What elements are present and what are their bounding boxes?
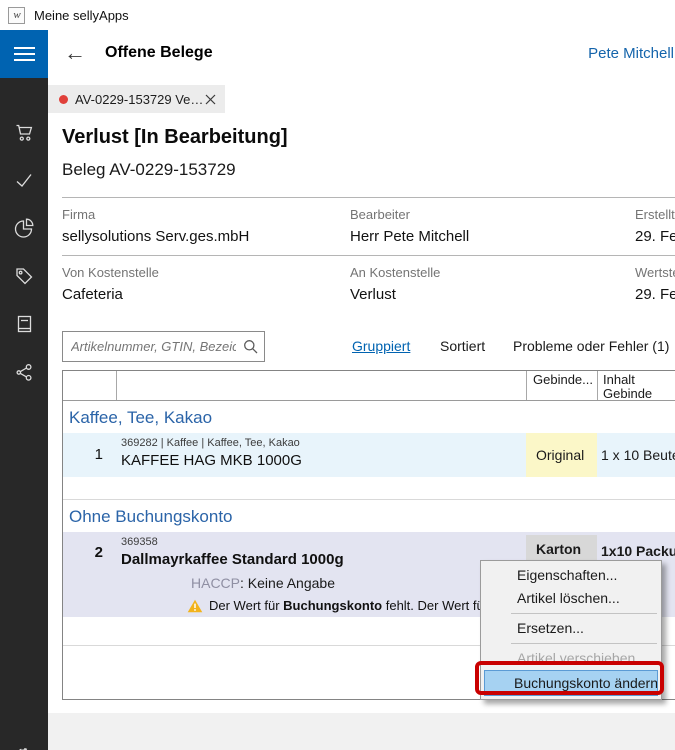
bottom-strip xyxy=(48,713,675,750)
unsaved-dot-icon xyxy=(59,95,68,104)
field-bearbeiter: Bearbeiter Herr Pete Mitchell xyxy=(350,207,633,245)
field-an-kostenstelle: An Kostenstelle Verlust xyxy=(350,265,633,303)
row-number: 1 xyxy=(63,446,116,463)
menu-separator xyxy=(511,643,657,644)
document-title: Verlust [In Bearbeitung] xyxy=(62,126,288,149)
field-erstellt: Erstellt 29. Feb xyxy=(635,207,675,245)
filter-probleme[interactable]: Probleme oder Fehler (1) xyxy=(513,338,669,354)
field-von-kostenstelle: Von Kostenstelle Cafeteria xyxy=(62,265,348,303)
shopping-cart-icon[interactable] xyxy=(0,108,48,156)
column-divider xyxy=(597,371,598,400)
pie-chart-icon[interactable] xyxy=(0,204,48,252)
tag-icon[interactable] xyxy=(0,252,48,300)
document-number: Beleg AV-0229-153729 xyxy=(62,160,236,180)
back-arrow-icon[interactable]: ← xyxy=(64,39,86,67)
window-titlebar: w Meine sellyApps xyxy=(0,0,675,30)
document-tab[interactable]: AV-0229-153729 Ve… xyxy=(48,85,225,113)
share-icon[interactable] xyxy=(0,348,48,396)
inhalt-gebinde-value: 1x10 Packungen xyxy=(601,543,675,559)
menu-item-buchungskonto-aendern[interactable]: Buchungskonto ändern... xyxy=(484,670,658,696)
gebinde-badge: Karton xyxy=(526,535,597,563)
inhalt-gebinde-value: 1 x 10 Beutel xyxy=(601,433,675,477)
document-fields: Firma sellysolutions Serv.ges.mbH Bearbe… xyxy=(62,197,675,313)
close-icon[interactable] xyxy=(205,94,216,105)
row-spacer xyxy=(63,477,675,499)
hamburger-menu-icon[interactable] xyxy=(0,30,48,78)
column-divider xyxy=(526,371,527,400)
table-header: Gebinde... Inhalt Gebinde xyxy=(63,371,675,401)
menu-item-artikel-loeschen[interactable]: Artikel löschen... xyxy=(481,587,661,610)
page-header: ← Offene Belege Pete Mitchell xyxy=(48,30,675,78)
checkmark-icon[interactable] xyxy=(0,156,48,204)
menu-item-eigenschaften[interactable]: Eigenschaften... xyxy=(481,564,661,587)
page-title: Offene Belege xyxy=(105,44,213,62)
window-title: Meine sellyApps xyxy=(34,8,129,23)
user-link[interactable]: Pete Mitchell xyxy=(588,45,674,62)
column-divider xyxy=(116,371,117,400)
menu-separator xyxy=(511,613,657,614)
menu-item-ersetzen[interactable]: Ersetzen... xyxy=(481,617,661,640)
filter-sortiert[interactable]: Sortiert xyxy=(440,338,485,354)
sidebar xyxy=(0,30,48,750)
search-icon[interactable] xyxy=(243,339,258,359)
article-search xyxy=(62,331,265,362)
row-number: 2 xyxy=(63,544,116,561)
table-row[interactable]: 1 369282 | Kaffee | Kaffee, Tee, Kakao K… xyxy=(63,433,675,477)
context-menu: Eigenschaften... Artikel löschen... Erse… xyxy=(480,560,662,700)
book-icon[interactable] xyxy=(0,300,48,348)
app-logo-icon: w xyxy=(8,7,25,24)
search-input[interactable] xyxy=(63,332,264,361)
app-window: w Meine sellyApps xyxy=(0,0,675,750)
gear-icon[interactable] xyxy=(0,732,48,750)
warning-icon xyxy=(187,599,203,613)
filter-gruppiert[interactable]: Gruppiert xyxy=(352,338,410,354)
menu-item-artikel-verschieben[interactable]: Artikel verschieben... xyxy=(481,647,661,670)
column-header-inhalt: Inhalt Gebinde xyxy=(603,373,652,401)
tab-label: AV-0229-153729 Ve… xyxy=(75,92,203,107)
gebinde-badge: Original xyxy=(526,433,597,477)
column-header-gebinde: Gebinde... xyxy=(533,373,593,387)
group-header-kaffee[interactable]: Kaffee, Tee, Kakao xyxy=(63,401,675,433)
group-header-ohne-buchungskonto[interactable]: Ohne Buchungskonto xyxy=(63,499,675,532)
field-firma: Firma sellysolutions Serv.ges.mbH xyxy=(62,207,348,245)
field-wertstellung: Wertstellung 29. Feb xyxy=(635,265,675,303)
